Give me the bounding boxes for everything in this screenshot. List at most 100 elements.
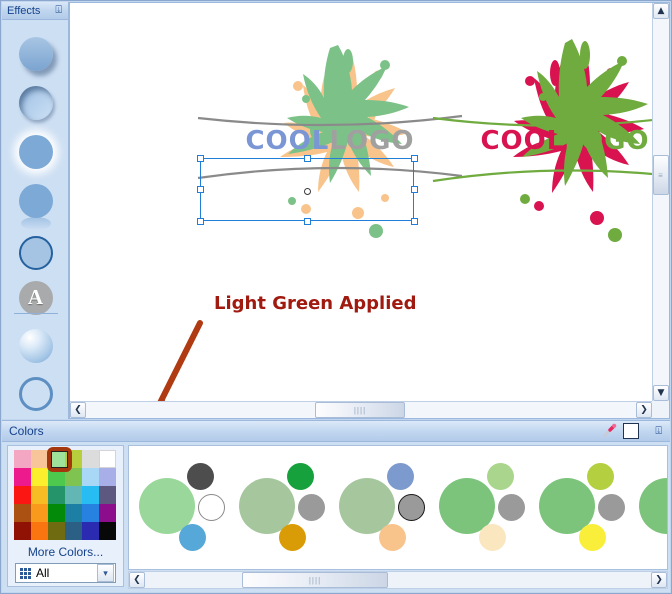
theme-accent-dot bbox=[187, 463, 214, 490]
scroll-left-button[interactable]: ❮ bbox=[70, 402, 86, 418]
effect-item-no-fill-effect[interactable] bbox=[2, 369, 69, 418]
selection-handle-ne[interactable] bbox=[411, 155, 418, 162]
color-filter-value: All bbox=[36, 566, 50, 580]
effect-item-text-effect[interactable]: A bbox=[2, 273, 69, 322]
theme-accent-dot bbox=[179, 524, 206, 551]
effect-item-glow-effect[interactable] bbox=[2, 127, 69, 176]
inner-shadow-effect-icon bbox=[18, 85, 53, 120]
color-swatch[interactable] bbox=[65, 486, 82, 504]
scrollbar-corner bbox=[652, 401, 669, 418]
shadow-effect-icon bbox=[18, 36, 53, 71]
logo-word-2: LOGO bbox=[564, 126, 650, 156]
horizontal-scroll-thumb[interactable]: |||| bbox=[315, 402, 405, 418]
pin-icon[interactable]: ⍗ bbox=[55, 4, 68, 17]
selection-handle-nw[interactable] bbox=[197, 155, 204, 162]
selection-handle-s[interactable] bbox=[304, 218, 311, 225]
color-swatch[interactable] bbox=[99, 522, 116, 540]
more-colors-link[interactable]: More Colors... bbox=[8, 545, 123, 559]
color-swatch[interactable] bbox=[14, 504, 31, 522]
rotation-handle[interactable] bbox=[304, 188, 311, 195]
color-swatch[interactable] bbox=[82, 504, 99, 522]
effects-panel-title: Effects bbox=[7, 4, 41, 17]
colors-panel-title: Colors bbox=[9, 424, 44, 438]
color-swatch[interactable] bbox=[48, 486, 65, 504]
text-effect-icon: A bbox=[18, 280, 53, 315]
effect-item-shadow-effect[interactable] bbox=[2, 29, 69, 78]
bevel-effect-icon bbox=[18, 328, 53, 363]
color-swatch[interactable] bbox=[99, 486, 116, 504]
color-swatch[interactable] bbox=[65, 522, 82, 540]
scroll-right-button[interactable]: ❯ bbox=[636, 402, 652, 418]
color-swatch[interactable] bbox=[82, 486, 99, 504]
glow-effect-icon bbox=[18, 134, 53, 169]
color-theme-gallery[interactable] bbox=[128, 445, 668, 570]
canvas-vertical-scrollbar[interactable]: ▲ ≡ ▼ bbox=[652, 3, 669, 401]
color-swatch[interactable] bbox=[48, 504, 65, 522]
reflection-effect-icon bbox=[18, 183, 53, 230]
color-swatch[interactable] bbox=[82, 450, 99, 468]
colors-panel: Colors ⍗ More Colors... All ▾ ❮ |||| ❯ bbox=[2, 420, 670, 592]
pin-icon[interactable]: ⍗ bbox=[645, 425, 670, 438]
annotation-arrow-icon bbox=[157, 320, 203, 401]
effects-panel-header: Effects ⍗ bbox=[2, 2, 68, 20]
selection-handle-e[interactable] bbox=[411, 186, 418, 193]
color-swatch[interactable] bbox=[14, 450, 31, 468]
theme-accent-dot bbox=[479, 524, 506, 551]
theme-accent-dot bbox=[279, 524, 306, 551]
chevron-down-icon[interactable]: ▾ bbox=[97, 564, 114, 582]
color-swatch[interactable] bbox=[14, 522, 31, 540]
color-swatch[interactable] bbox=[48, 522, 65, 540]
canvas-horizontal-scrollbar[interactable]: ❮ |||| ❯ bbox=[70, 401, 652, 418]
selection-handle-sw[interactable] bbox=[197, 218, 204, 225]
effect-item-outline-effect[interactable] bbox=[2, 228, 69, 277]
colors-horizontal-scrollbar[interactable]: ❮ |||| ❯ bbox=[128, 571, 668, 589]
effect-item-reflection-effect[interactable] bbox=[2, 176, 69, 230]
color-swatch[interactable] bbox=[14, 486, 31, 504]
color-swatch[interactable] bbox=[82, 522, 99, 540]
annotation-text: Light Green Applied bbox=[214, 293, 417, 314]
color-swatch[interactable] bbox=[31, 486, 48, 504]
scroll-down-button[interactable]: ▼ bbox=[653, 385, 669, 401]
color-swatch[interactable] bbox=[31, 468, 48, 486]
colors-scroll-left-button[interactable]: ❮ bbox=[129, 572, 145, 588]
color-swatch[interactable] bbox=[99, 450, 116, 468]
selected-swatch-outline bbox=[51, 451, 68, 468]
color-swatch[interactable] bbox=[31, 522, 48, 540]
selection-handle-se[interactable] bbox=[411, 218, 418, 225]
application-window: Effects ⍗ A COOLLOGO COOLLOGO Light Gree… bbox=[0, 0, 672, 594]
effects-panel: Effects ⍗ A bbox=[2, 2, 69, 419]
color-filter-dropdown[interactable]: All ▾ bbox=[15, 563, 116, 583]
theme-accent-dot bbox=[287, 463, 314, 490]
color-theme-item-6[interactable] bbox=[619, 446, 667, 569]
logo-original[interactable]: COOLLOGO bbox=[415, 3, 652, 303]
vertical-scroll-thumb[interactable]: ≡ bbox=[653, 155, 669, 195]
color-palette[interactable]: More Colors... All ▾ bbox=[7, 445, 124, 587]
canvas-surface[interactable]: COOLLOGO COOLLOGO Light Green Applied bbox=[70, 3, 652, 401]
scroll-up-button[interactable]: ▲ bbox=[653, 3, 669, 19]
effect-item-bevel-effect[interactable] bbox=[2, 321, 69, 370]
outline-effect-icon bbox=[18, 235, 53, 270]
color-swatch[interactable] bbox=[99, 504, 116, 522]
colors-scroll-thumb[interactable]: |||| bbox=[242, 572, 388, 588]
color-swatch[interactable] bbox=[82, 468, 99, 486]
theme-accent-dot bbox=[579, 524, 606, 551]
colors-scroll-right-button[interactable]: ❯ bbox=[651, 572, 667, 588]
grid-icon bbox=[20, 567, 31, 579]
color-swatch[interactable] bbox=[31, 450, 48, 468]
theme-accent-dot bbox=[379, 524, 406, 551]
effects-separator bbox=[14, 313, 58, 314]
selection-handle-w[interactable] bbox=[197, 186, 204, 193]
selection-handle-n[interactable] bbox=[304, 155, 311, 162]
theme-primary-dot bbox=[639, 478, 667, 534]
theme-accent-dot bbox=[587, 463, 614, 490]
color-swatch[interactable] bbox=[65, 504, 82, 522]
color-swatch[interactable] bbox=[31, 504, 48, 522]
effect-item-inner-shadow-effect[interactable] bbox=[2, 78, 69, 127]
color-swatch[interactable] bbox=[99, 468, 116, 486]
effects-list[interactable]: A bbox=[2, 21, 68, 419]
theme-accent-dot bbox=[387, 463, 414, 490]
current-color-chip[interactable] bbox=[623, 423, 640, 439]
eyedropper-icon[interactable] bbox=[601, 423, 617, 439]
theme-accent-dot bbox=[487, 463, 514, 490]
color-swatch[interactable] bbox=[14, 468, 31, 486]
